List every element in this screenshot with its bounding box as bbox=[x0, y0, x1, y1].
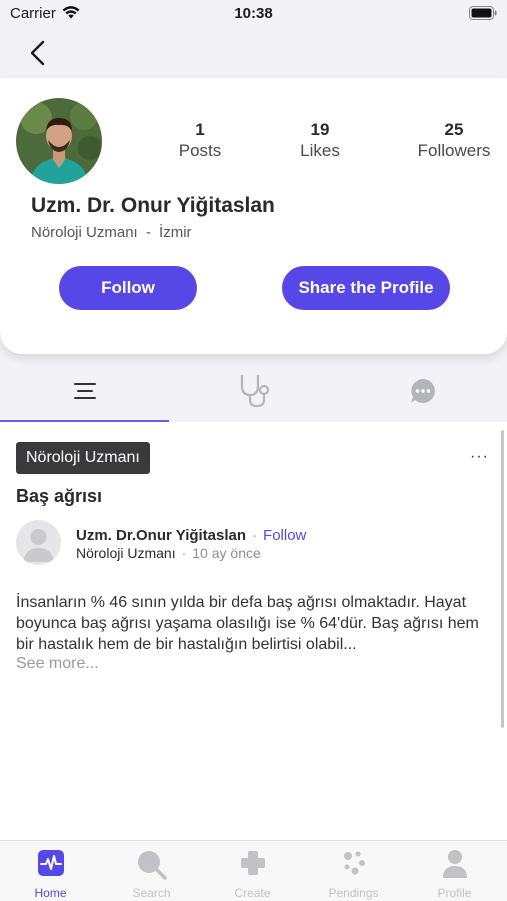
author-avatar[interactable] bbox=[16, 520, 61, 565]
post-feed[interactable]: Nöroloji Uzmanı ··· Baş ağrısı Uzm. Dr.O… bbox=[0, 422, 507, 840]
nav-search-label: Search bbox=[132, 886, 171, 900]
chevron-left-icon bbox=[30, 40, 45, 66]
stethoscope-icon bbox=[240, 374, 269, 408]
nav-home[interactable]: Home bbox=[0, 841, 101, 901]
profile-header-card: 1 Posts 19 Likes 25 Followers Uzm. Dr. O… bbox=[0, 78, 507, 354]
nav-profile-label: Profile bbox=[437, 886, 472, 900]
profile-name: Uzm. Dr. Onur Yiğitaslan bbox=[31, 194, 275, 217]
tab-posts[interactable] bbox=[0, 360, 169, 422]
subtitle-separator: - bbox=[145, 224, 151, 241]
list-icon bbox=[73, 383, 96, 399]
share-profile-button[interactable]: Share the Profile bbox=[282, 266, 450, 310]
tab-messages[interactable] bbox=[338, 360, 507, 422]
author-follow-link[interactable]: Follow bbox=[263, 527, 306, 544]
search-icon bbox=[137, 851, 167, 880]
status-bar: Carrier 10:38 bbox=[0, 0, 507, 30]
separator-dot: · bbox=[252, 527, 258, 544]
doctor-photo bbox=[16, 98, 102, 184]
nav-home-icon-wrap bbox=[0, 849, 101, 877]
nav-pendings-label: Pendings bbox=[328, 886, 379, 900]
dots-icon bbox=[343, 851, 365, 875]
nav-create-label: Create bbox=[234, 886, 271, 900]
back-button[interactable] bbox=[26, 38, 52, 68]
nav-create-icon-wrap bbox=[202, 849, 303, 877]
author-meta: Nöroloji Uzmanı · 10 ay önce bbox=[76, 545, 261, 561]
profile-avatar[interactable] bbox=[16, 98, 102, 184]
author-name[interactable]: Uzm. Dr.Onur Yiğitaslan bbox=[76, 527, 246, 544]
category-tag[interactable]: Nöroloji Uzmanı bbox=[16, 442, 150, 474]
author-line: Uzm. Dr.Onur Yiğitaslan · Follow bbox=[76, 527, 306, 544]
navigation-bar bbox=[0, 30, 507, 78]
post-time: 10 ay önce bbox=[192, 545, 261, 561]
post-body[interactable]: İnsanların % 46 sının yılda bir defa baş… bbox=[16, 592, 492, 655]
author-specialty: Nöroloji Uzmanı bbox=[76, 545, 176, 561]
nav-pendings-icon-wrap bbox=[303, 849, 404, 877]
pulse-icon bbox=[37, 850, 64, 876]
plus-icon bbox=[240, 851, 265, 875]
nav-home-label: Home bbox=[34, 886, 67, 900]
bottom-tab-bar: Home Search Create Pendings Profile bbox=[0, 840, 507, 901]
likes-count: 19 bbox=[310, 120, 330, 139]
person-placeholder-icon bbox=[23, 529, 54, 562]
nav-create[interactable]: Create bbox=[202, 841, 303, 901]
likes-stat[interactable]: 19 Likes bbox=[265, 120, 375, 161]
nav-search[interactable]: Search bbox=[101, 841, 202, 901]
posts-count: 1 bbox=[195, 120, 205, 139]
nav-search-icon-wrap bbox=[101, 849, 202, 880]
nav-profile-icon-wrap bbox=[404, 849, 505, 878]
likes-label: Likes bbox=[300, 141, 340, 160]
nav-profile[interactable]: Profile bbox=[404, 841, 505, 901]
follow-button[interactable]: Follow bbox=[59, 266, 197, 310]
followers-label: Followers bbox=[417, 141, 491, 160]
posts-label: Posts bbox=[178, 141, 222, 160]
separator-dot: · bbox=[181, 545, 187, 561]
posts-stat[interactable]: 1 Posts bbox=[145, 120, 255, 161]
profile-city: İzmir bbox=[159, 224, 192, 241]
followers-stat[interactable]: 25 Followers bbox=[399, 120, 507, 161]
profile-specialty: Nöroloji Uzmanı bbox=[31, 224, 138, 241]
profile-subtitle: Nöroloji Uzmanı - İzmir bbox=[31, 224, 192, 241]
person-icon bbox=[442, 850, 467, 878]
post-menu-button[interactable]: ··· bbox=[470, 448, 489, 466]
nav-pendings[interactable]: Pendings bbox=[303, 841, 404, 901]
followers-count: 25 bbox=[444, 120, 464, 139]
post-title[interactable]: Baş ağrısı bbox=[16, 486, 102, 507]
see-more-link[interactable]: See more... bbox=[16, 655, 99, 673]
tab-medical[interactable] bbox=[169, 360, 338, 422]
clock: 10:38 bbox=[234, 5, 273, 22]
chat-bubble-icon bbox=[410, 379, 435, 403]
battery-icon bbox=[469, 6, 497, 25]
scrollbar[interactable] bbox=[501, 430, 504, 728]
profile-tabs bbox=[0, 360, 507, 422]
